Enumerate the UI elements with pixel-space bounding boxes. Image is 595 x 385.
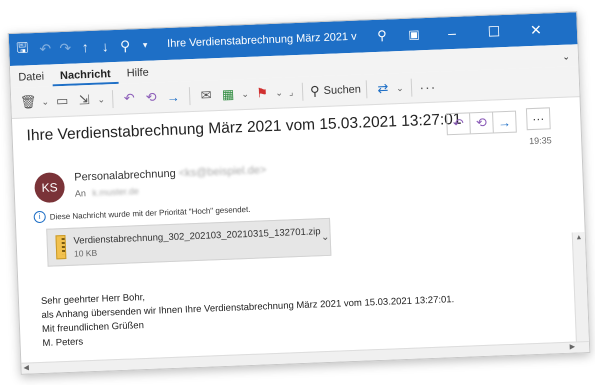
- screenshot-scene: 🖫 ↶ ↷ ↑ ↓ ⚲ ▾ Ihre Verdienstabrechnung M…: [0, 0, 595, 385]
- zip-file-icon: [55, 235, 67, 260]
- tab-datei[interactable]: Datei: [10, 70, 52, 88]
- message-subject: Ihre Verdienstabrechnung März 2021 vom 1…: [26, 110, 462, 145]
- sender-email: <ks@beispiel.de>: [178, 164, 267, 180]
- scroll-right-icon[interactable]: ▶: [570, 343, 576, 351]
- move-dropdown-icon[interactable]: ⌄: [95, 94, 107, 105]
- mail-window: 🖫 ↶ ↷ ↑ ↓ ⚲ ▾ Ihre Verdienstabrechnung M…: [7, 11, 591, 375]
- search-button[interactable]: ⚲ Suchen: [310, 82, 361, 100]
- reply-button[interactable]: ↶: [447, 113, 470, 134]
- reply-icon[interactable]: ↶: [118, 90, 141, 107]
- collapse-ribbon-icon[interactable]: ⌄: [554, 51, 578, 67]
- coming-soon-icon[interactable]: ▣: [397, 27, 432, 42]
- forward-button[interactable]: →: [492, 111, 516, 133]
- arrow-up-icon[interactable]: ↑: [75, 39, 96, 56]
- minimize-icon[interactable]: –: [431, 24, 474, 42]
- delete-dropdown-icon[interactable]: ⌄: [39, 96, 51, 107]
- translate-dropdown-icon[interactable]: ⌄: [394, 82, 406, 93]
- message-body: Sehr geehrter Herr Bohr, als Anhang über…: [41, 279, 456, 351]
- avatar: KS: [34, 172, 66, 204]
- redo-icon[interactable]: ↷: [55, 39, 76, 57]
- vertical-scrollbar[interactable]: ▲: [571, 232, 589, 343]
- close-icon[interactable]: ✕: [515, 20, 558, 39]
- window-title: Ihre Verdienstabrechnung März 2021 vom..…: [166, 30, 358, 50]
- save-icon[interactable]: 🖫: [9, 33, 36, 66]
- customize-icon[interactable]: ▾: [135, 39, 155, 51]
- recipient-value[interactable]: k.muster.de: [92, 186, 139, 198]
- scroll-left-icon[interactable]: ◀: [23, 364, 29, 371]
- reply-all-icon[interactable]: ⟲: [140, 89, 163, 106]
- arrow-down-icon[interactable]: ↓: [95, 38, 116, 55]
- sender-name[interactable]: Personalabrechnung: [74, 168, 176, 184]
- flag-dropdown-icon[interactable]: ⌄: [273, 87, 285, 98]
- search-icon[interactable]: ⚲: [367, 27, 398, 44]
- reply-all-button[interactable]: ⟲: [469, 112, 493, 134]
- to-label: An: [74, 188, 87, 199]
- message-time: 19:35: [528, 135, 552, 147]
- undo-icon[interactable]: ↶: [35, 40, 56, 58]
- read-unread-icon[interactable]: ✉: [195, 87, 218, 104]
- expand-group-icon[interactable]: ⌟: [285, 87, 297, 98]
- recipient-line: An k.muster.de: [75, 186, 139, 198]
- categorize-dropdown-icon[interactable]: ⌄: [239, 88, 251, 99]
- tab-hilfe[interactable]: Hilfe: [118, 66, 157, 83]
- more-actions-button[interactable]: ···: [525, 107, 551, 131]
- search-icon: ⚲: [309, 83, 320, 99]
- translate-icon[interactable]: ⇄: [372, 80, 395, 97]
- attachment-card[interactable]: Verdienstabrechnung_302_202103_20210315_…: [46, 217, 332, 267]
- attachment-menu-icon[interactable]: ⌄: [321, 231, 330, 242]
- info-icon: i: [33, 210, 46, 224]
- categorize-icon[interactable]: ▦: [217, 86, 240, 103]
- maximize-icon[interactable]: ☐: [473, 22, 516, 41]
- flag-icon[interactable]: ⚑: [251, 85, 274, 102]
- forward-icon[interactable]: →: [162, 89, 185, 105]
- more-commands-button[interactable]: ···: [417, 79, 440, 96]
- sender-line: Personalabrechnung <ks@beispiel.de>: [74, 164, 267, 183]
- reply-actions: ↶ ⟲ →: [446, 110, 517, 136]
- delete-icon[interactable]: 🗑: [17, 94, 40, 111]
- scroll-up-icon[interactable]: ▲: [573, 234, 585, 241]
- move-icon[interactable]: ⇲: [73, 92, 96, 109]
- quick-access-icon[interactable]: ⚲: [115, 37, 136, 55]
- archive-icon[interactable]: ▭: [51, 93, 74, 110]
- priority-note: i Diese Nachricht wurde mit der Prioritä…: [33, 203, 251, 224]
